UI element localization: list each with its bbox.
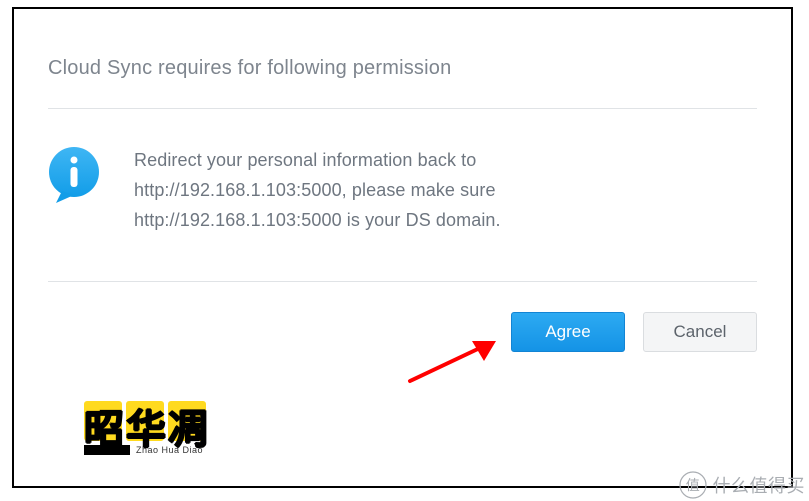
dialog-title: Cloud Sync requires for following permis… xyxy=(48,9,757,109)
logo-char: 华 xyxy=(126,397,166,455)
window-frame: Cloud Sync requires for following permis… xyxy=(12,7,793,488)
cancel-button[interactable]: Cancel xyxy=(643,312,757,352)
logo-char: 昭 xyxy=(84,397,124,455)
info-icon xyxy=(48,147,104,210)
logo-char: 凋 xyxy=(168,397,208,455)
footer-text: 什么值得买 xyxy=(713,472,806,498)
dialog-message: Redirect your personal information back … xyxy=(134,145,614,235)
watermark-logo: 昭 华 凋 Zhao Hua Diao xyxy=(84,397,224,455)
permission-dialog: Cloud Sync requires for following permis… xyxy=(14,9,791,352)
footer-watermark: 值 什么值得买 xyxy=(679,469,809,501)
message-row: Redirect your personal information back … xyxy=(48,109,757,282)
smzdm-icon: 值 xyxy=(679,471,707,499)
svg-text:值: 值 xyxy=(685,477,700,493)
agree-button[interactable]: Agree xyxy=(511,312,625,352)
button-row: Agree Cancel xyxy=(48,282,757,352)
